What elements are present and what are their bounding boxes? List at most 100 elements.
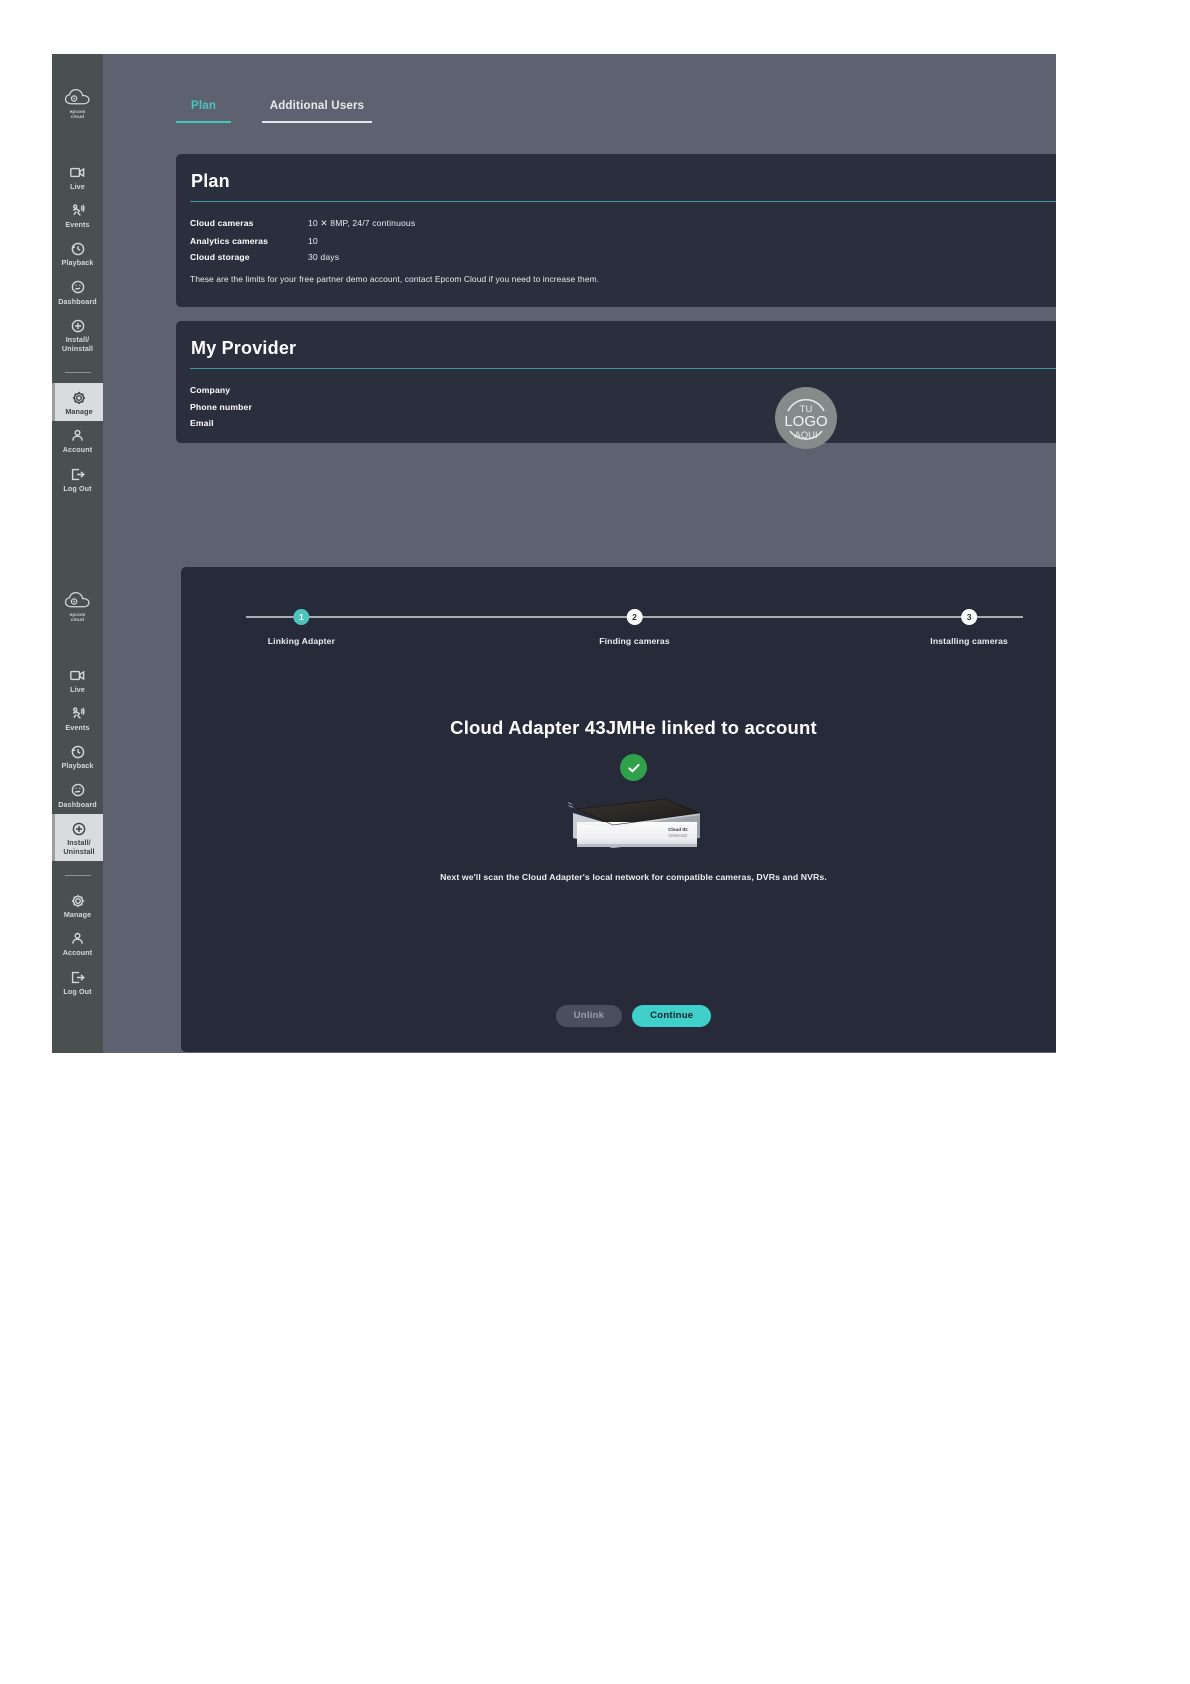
sidebar-primary-nav-bottom: Live Events Playback Dashboard Install/ …	[52, 661, 103, 861]
continue-button[interactable]: Continue	[632, 1005, 712, 1027]
sidebar-primary-nav-top: Live Events Playback Dashboard Install/ …	[52, 158, 103, 358]
device-cloud-id-label: Cloud ID:	[668, 826, 689, 832]
step-label: Linking Adapter	[267, 636, 336, 646]
sidebar-item-log-out[interactable]: Log Out	[52, 460, 103, 498]
sidebar-item-label: Log Out	[63, 986, 92, 996]
install-wizard-card: 1 Linking Adapter 2 Finding cameras 3 In…	[181, 567, 1056, 1052]
plan-limits-note: These are the limits for your free partn…	[190, 274, 600, 284]
sidebar-item-label: Log Out	[63, 483, 92, 493]
plan-detail-value: 10 ✕ 8MP, 24/7 continuous	[308, 218, 416, 228]
plus-circle-icon	[72, 820, 86, 837]
provider-card-title: My Provider	[191, 338, 297, 358]
step-number: 3	[961, 609, 978, 625]
clock-rewind-icon	[70, 240, 85, 257]
sidebar-item-events[interactable]: Events	[52, 699, 103, 737]
install-wizard-screen: epcom cloud Live Events Playback Dashboa…	[52, 557, 1056, 1053]
sidebar-item-live[interactable]: Live	[52, 158, 103, 196]
provider-detail-row: Email	[190, 418, 1056, 428]
step-label: Finding cameras	[599, 636, 670, 646]
sidebar-item-dashboard[interactable]: Dashboard	[52, 273, 103, 311]
svg-text:LOGO: LOGO	[784, 413, 827, 430]
provider-detail-key: Phone number	[190, 401, 252, 412]
sidebar-divider	[64, 875, 91, 876]
sidebar-item-label: Dashboard	[58, 296, 97, 306]
provider-detail-row: Phone number	[190, 402, 1056, 412]
step-number: 2	[626, 609, 643, 625]
wizard-body: Cloud Adapter 43JMHe linked to account C…	[181, 717, 1056, 882]
sidebar-item-label: Live	[70, 181, 85, 191]
plan-detail-key: Cloud cameras	[190, 218, 254, 228]
logout-icon	[71, 969, 85, 986]
gear-icon	[72, 389, 86, 406]
sidebar-item-label: Playback	[61, 761, 94, 771]
sidebar-item-manage[interactable]: Manage	[52, 886, 103, 924]
app-logo[interactable]: epcom cloud	[61, 591, 95, 623]
wizard-content: 1 Linking Adapter 2 Finding cameras 3 In…	[103, 557, 1056, 1053]
provider-detail-key: Company	[190, 385, 231, 395]
sidebar-item-account[interactable]: Account	[52, 924, 103, 962]
sidebar-item-account[interactable]: Account	[52, 421, 103, 459]
sidebar-item-label: Account	[62, 445, 93, 455]
cloud-logo-icon	[64, 88, 90, 105]
wizard-title: Cloud Adapter 43JMHe linked to account	[450, 717, 817, 738]
cloud-logo-icon	[64, 591, 90, 608]
sidebar-item-install-uninstall[interactable]: Install/ Uninstall	[52, 814, 103, 861]
sidebar-item-label: Live	[70, 684, 85, 694]
sidebar-item-label: Install/ Uninstall	[61, 335, 94, 353]
tab-plan[interactable]: Plan	[176, 100, 231, 123]
wizard-stepper: 1 Linking Adapter 2 Finding cameras 3 In…	[238, 609, 1031, 646]
sidebar-item-label: Events	[65, 219, 90, 229]
sidebar-item-label: Account	[62, 948, 93, 958]
motion-alert-icon	[70, 705, 85, 722]
sidebar-item-label: Dashboard	[58, 799, 97, 809]
logout-icon	[71, 466, 85, 483]
provider-card: My Provider Company Phone number Email T…	[176, 321, 1056, 449]
sidebar-secondary-nav-top: Manage Account Log Out	[52, 383, 103, 498]
provider-card-rule	[190, 368, 1056, 369]
check-circle-icon	[620, 754, 647, 781]
unlink-button[interactable]: Unlink	[555, 1005, 623, 1027]
step-label: Installing cameras	[930, 636, 1008, 646]
motion-alert-icon	[70, 202, 85, 219]
sidebar-item-live[interactable]: Live	[52, 661, 103, 699]
wizard-subtitle: Next we'll scan the Cloud Adapter's loca…	[440, 872, 827, 882]
manage-tabs: Plan Additional Users	[176, 100, 372, 123]
sidebar-item-playback[interactable]: Playback	[52, 737, 103, 775]
manage-plan-screen: epcom cloud Live Events Playback Dashboa…	[52, 54, 1056, 557]
svg-text:AQUI: AQUI	[794, 430, 817, 441]
plan-card: Plan Cloud cameras 10 ✕ 8MP, 24/7 contin…	[176, 154, 1056, 307]
sidebar-item-manage[interactable]: Manage	[52, 383, 103, 422]
sidebar-item-install-uninstall[interactable]: Install/ Uninstall	[52, 311, 103, 358]
tab-additional-users[interactable]: Additional Users	[262, 100, 372, 123]
app-logo[interactable]: epcom cloud	[61, 88, 95, 120]
sidebar-item-dashboard[interactable]: Dashboard	[52, 776, 103, 814]
sidebar-item-label: Manage	[65, 407, 93, 416]
wizard-step-installing-cameras[interactable]: 3 Installing cameras	[930, 609, 1008, 646]
device-cloud-id-value: CMNmxO	[668, 832, 688, 838]
sidebar-item-playback[interactable]: Playback	[52, 234, 103, 272]
gear-icon	[71, 892, 85, 909]
user-icon	[71, 427, 84, 444]
provider-details-list: Company Phone number Email TU LOGO AQUI	[190, 385, 1056, 449]
plan-detail-row: Cloud cameras 10 ✕ 8MP, 24/7 continuous	[190, 218, 1056, 229]
app-logo-wordmark: epcom cloud	[69, 612, 86, 623]
plan-detail-row: Cloud storage 30 days	[190, 252, 1056, 262]
plan-details-list: Cloud cameras 10 ✕ 8MP, 24/7 continuous …	[190, 218, 1056, 262]
provider-logo-placeholder: TU LOGO AQUI	[775, 387, 837, 449]
clock-rewind-icon	[70, 743, 85, 760]
sidebar-item-log-out[interactable]: Log Out	[52, 963, 103, 1001]
user-icon	[71, 930, 84, 947]
sidebar-item-label: Playback	[61, 258, 94, 268]
wizard-actions: Unlink Continue	[181, 1005, 1056, 1027]
sidebar-top: epcom cloud Live Events Playback Dashboa…	[52, 54, 103, 557]
sidebar-item-events[interactable]: Events	[52, 196, 103, 234]
plan-detail-row: Analytics cameras 10	[190, 236, 1056, 246]
sidebar-item-label: Manage	[63, 910, 92, 919]
camera-icon	[70, 667, 85, 684]
plan-card-title: Plan	[191, 171, 230, 191]
wizard-step-linking-adapter[interactable]: 1 Linking Adapter	[268, 609, 335, 646]
camera-icon	[70, 164, 85, 181]
app-logo-wordmark: epcom cloud	[69, 109, 86, 120]
wizard-step-finding-cameras[interactable]: 2 Finding cameras	[599, 609, 670, 646]
plan-detail-key: Analytics cameras	[190, 235, 269, 246]
